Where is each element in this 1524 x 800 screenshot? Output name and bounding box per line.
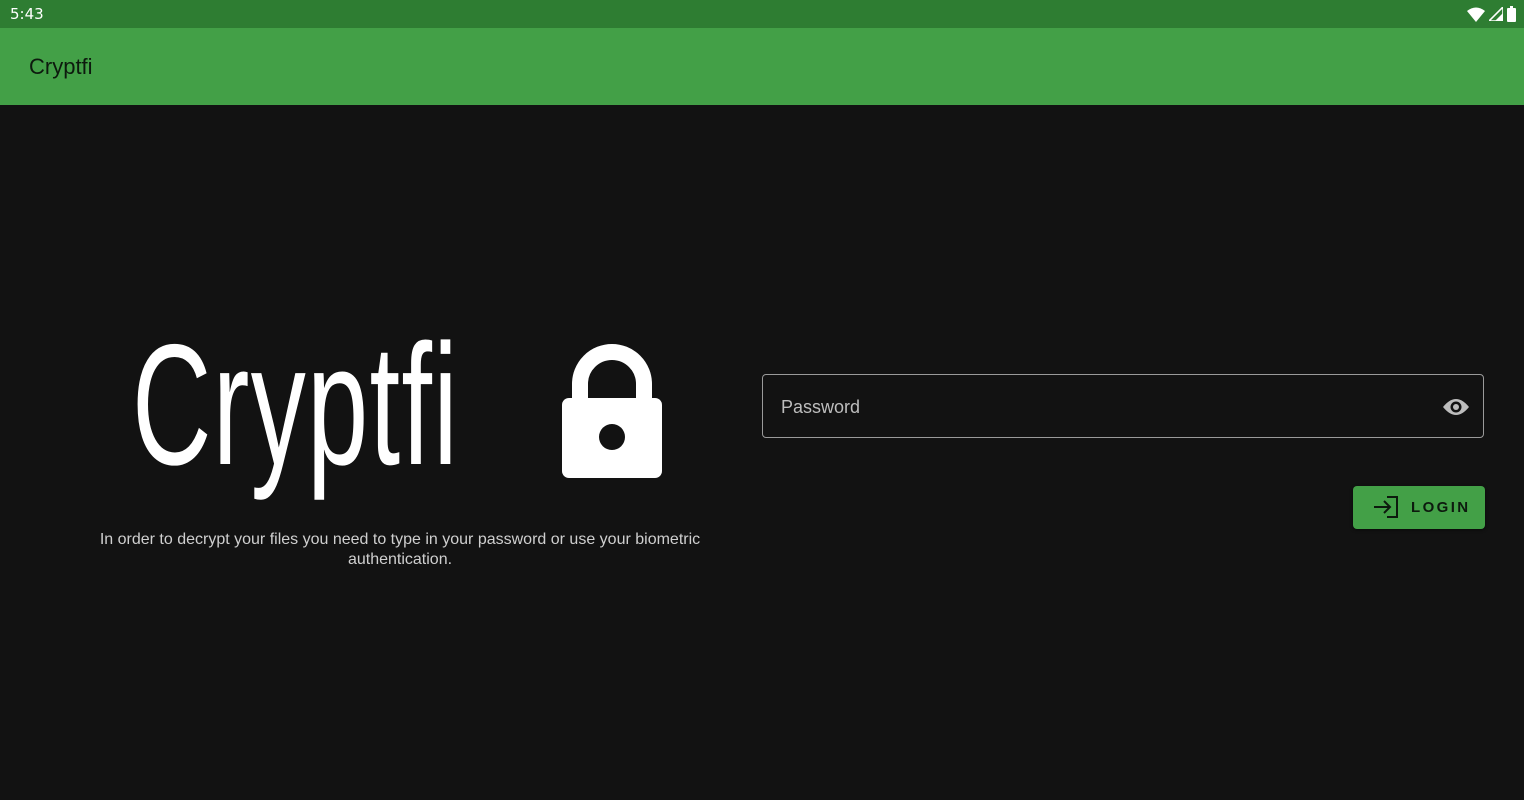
status-bar: 5:43 [0,0,1524,28]
toggle-password-visibility-button[interactable] [1441,393,1471,421]
app-bar: Cryptfi [0,28,1524,105]
battery-icon [1507,6,1516,22]
lock-icon [562,344,662,478]
status-time: 5:43 [10,5,44,23]
password-placeholder: Password [781,397,861,417]
login-icon [1374,496,1398,518]
login-button-label: LOGIN [1411,499,1471,516]
app-title: Cryptfi [29,54,93,79]
status-icons [1467,6,1516,22]
main-content: Cryptfi In order to decrypt your files y… [0,105,1524,800]
description-text: In order to decrypt your files you need … [99,531,701,568]
logo-text: Cryptfi [132,309,459,501]
app-logo: Cryptfi [132,309,672,515]
eye-icon [1443,399,1469,415]
cell-signal-icon [1489,7,1503,21]
password-field[interactable]: Password [762,374,1484,438]
wifi-icon [1467,7,1485,22]
login-button[interactable]: LOGIN [1353,486,1485,529]
